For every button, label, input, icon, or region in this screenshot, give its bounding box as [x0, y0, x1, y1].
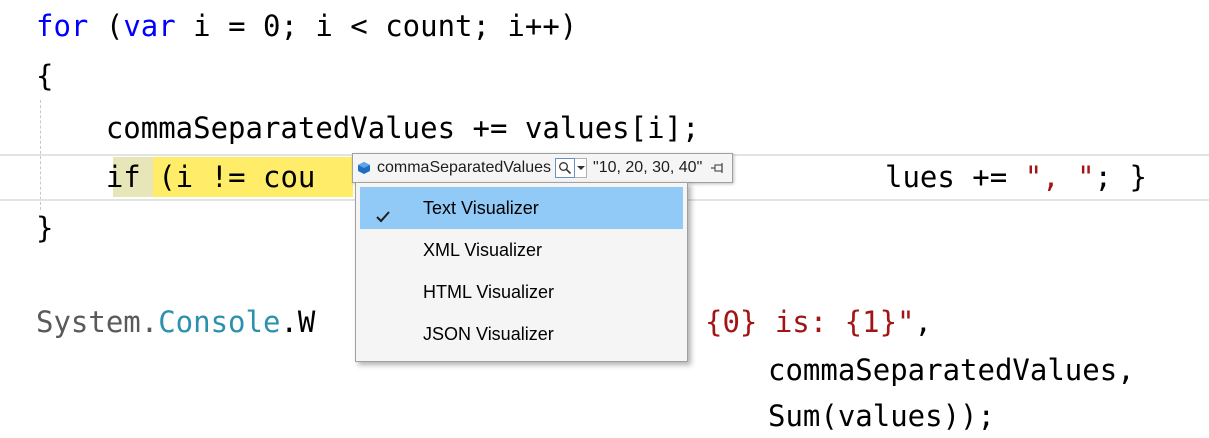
code-line-5[interactable]: }	[36, 206, 53, 250]
code-text: i = 0; i < count; i++)	[175, 9, 578, 43]
menu-item-xml-visualizer[interactable]: XML Visualizer	[360, 229, 683, 271]
checkmark-icon	[374, 199, 392, 223]
datatip-value: "10, 20, 30, 40"	[593, 159, 703, 176]
code-line-8[interactable]: Sum(values));	[768, 394, 995, 438]
type-console: Console	[158, 305, 281, 339]
code-text: ; }	[1094, 160, 1147, 194]
code-line-7[interactable]: commaSeparatedValues,	[768, 348, 1135, 392]
code-text: (	[88, 9, 124, 43]
code-text: (i != cou	[140, 160, 316, 194]
code-line-2[interactable]: {	[36, 54, 53, 98]
namespace-text: System.	[36, 305, 159, 339]
keyword-for: for	[36, 9, 89, 43]
pin-icon[interactable]	[710, 160, 726, 176]
menu-item-label: XML Visualizer	[423, 240, 543, 260]
menu-item-label: Text Visualizer	[423, 198, 539, 218]
string-literal: ", "	[1024, 160, 1095, 194]
keyword-var: var	[123, 9, 176, 43]
code-text: lues +=	[885, 160, 1025, 194]
code-editor[interactable]: for (var i = 0; i < count; i++) { commaS…	[0, 0, 1209, 438]
code-line-4[interactable]: if (i != cou	[36, 155, 316, 199]
string-literal: {0} is: {1}"	[705, 305, 915, 339]
code-line-6[interactable]: System.Console.W	[36, 300, 315, 344]
field-icon	[357, 161, 371, 175]
magnifier-icon[interactable]	[555, 158, 576, 178]
code-text: ,	[914, 305, 932, 339]
menu-item-json-visualizer[interactable]: JSON Visualizer	[360, 313, 683, 355]
menu-item-label: HTML Visualizer	[423, 282, 555, 302]
code-line-1[interactable]: for (var i = 0; i < count; i++)	[36, 4, 577, 48]
menu-item-html-visualizer[interactable]: HTML Visualizer	[360, 271, 683, 313]
menu-item-text-visualizer[interactable]: Text Visualizer	[360, 187, 683, 229]
datatip-variable-name: commaSeparatedValues	[377, 159, 552, 176]
code-line-4-tail[interactable]: lues += ", "; }	[885, 155, 1147, 199]
menu-item-label: JSON Visualizer	[423, 324, 554, 344]
visualizer-menu: Text Visualizer XML Visualizer HTML Visu…	[355, 182, 688, 362]
dropdown-arrow-icon[interactable]	[575, 158, 588, 178]
datatip[interactable]: commaSeparatedValues "10, 20, 30, 40"	[352, 153, 734, 183]
keyword-if: if	[105, 160, 141, 194]
code-line-3[interactable]: commaSeparatedValues += values[i];	[36, 106, 700, 150]
code-text: .W	[280, 305, 316, 339]
code-line-6-tail[interactable]: {0} is: {1}",	[705, 300, 932, 344]
